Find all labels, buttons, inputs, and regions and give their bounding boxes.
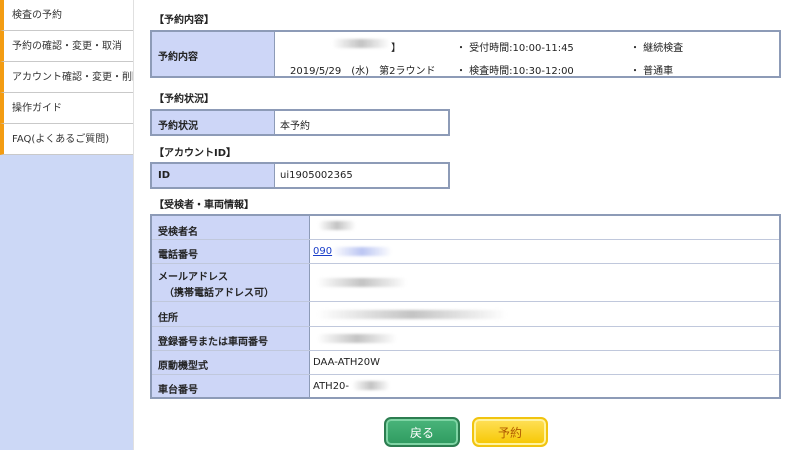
email-label: メールアドレス bbox=[158, 272, 228, 283]
phone-label: 電話番号 bbox=[158, 250, 198, 261]
status-header-cell: 予約状況 bbox=[152, 111, 274, 134]
redacted-registration bbox=[317, 334, 397, 343]
account-id-value: ui1905002365 bbox=[280, 170, 353, 181]
applicant-table: 受検者名 電話番号 090 メールアドレス （携帯電話アドレス可） 住所 登録番… bbox=[150, 214, 781, 399]
sidebar: 検査の予約 予約の確認・変更・取消 アカウント確認・変更・削除 操作ガイド FA… bbox=[0, 0, 133, 450]
reservation-section-title: 【予約内容】 bbox=[154, 15, 214, 26]
sidebar-item-label: 検査の予約 bbox=[12, 10, 62, 21]
redacted-chassis bbox=[352, 381, 390, 390]
reservation-date-round: 2019/5/29 (水) 第2ラウンド bbox=[290, 66, 436, 77]
status-section-title: 【予約状況】 bbox=[154, 94, 214, 105]
sidebar-menu: 検査の予約 予約の確認・変更・取消 アカウント確認・変更・削除 操作ガイド FA… bbox=[0, 0, 133, 155]
sidebar-item-faq[interactable]: FAQ(よくあるご質問) bbox=[0, 124, 133, 155]
status-header-label: 予約状況 bbox=[158, 121, 198, 132]
chassis-number-label: 車台番号 bbox=[158, 385, 198, 396]
engine-model-label: 原動機型式 bbox=[158, 361, 208, 372]
vehicle-type: ・ 普通車 bbox=[630, 66, 674, 77]
account-table: ID ui1905002365 bbox=[150, 162, 450, 189]
reservation-header-cell: 予約内容 bbox=[152, 32, 274, 76]
address-label: 住所 bbox=[158, 313, 178, 324]
chassis-number-value: ATH20- bbox=[313, 381, 350, 392]
sidebar-item-inspection-reservation[interactable]: 検査の予約 bbox=[0, 0, 133, 31]
applicant-name-label: 受検者名 bbox=[158, 227, 198, 238]
reservation-header-label: 予約内容 bbox=[158, 52, 198, 63]
reception-time: ・ 受付時間:10:00-11:45 bbox=[456, 43, 574, 54]
sidebar-item-label: 操作ガイド bbox=[12, 103, 62, 114]
reservation-table: 予約内容 】 2019/5/29 (水) 第2ラウンド ・ 受付時間:10:00… bbox=[150, 30, 781, 78]
reservation-bracket: 】 bbox=[391, 43, 401, 54]
redacted-email bbox=[317, 278, 407, 287]
sidebar-item-guide[interactable]: 操作ガイド bbox=[0, 93, 133, 124]
registration-number-label: 登録番号または車両番号 bbox=[158, 337, 268, 348]
phone-link[interactable]: 090 bbox=[313, 246, 332, 257]
engine-model-value: DAA-ATH20W bbox=[313, 357, 380, 368]
inspection-time: ・ 検査時間:10:30-12:00 bbox=[456, 66, 574, 77]
sidebar-item-label: FAQ(よくあるご質問) bbox=[12, 134, 110, 145]
account-header-cell: ID bbox=[152, 164, 274, 187]
status-value: 本予約 bbox=[280, 121, 310, 132]
back-button[interactable]: 戻る bbox=[384, 417, 460, 447]
sidebar-item-label: 予約の確認・変更・取消 bbox=[12, 41, 122, 52]
account-section-title: 【アカウントID】 bbox=[154, 148, 237, 159]
inspection-type: ・ 継続検査 bbox=[630, 43, 684, 54]
status-table: 予約状況 本予約 bbox=[150, 109, 450, 136]
redacted-applicant-name bbox=[318, 221, 356, 230]
reserve-button[interactable]: 予約 bbox=[472, 417, 548, 447]
applicant-section-title: 【受検者・車両情報】 bbox=[154, 200, 254, 211]
redacted-phone bbox=[332, 247, 392, 256]
account-header-label: ID bbox=[158, 170, 171, 181]
sidebar-item-label: アカウント確認・変更・削除 bbox=[12, 72, 133, 83]
email-sublabel: （携帯電話アドレス可） bbox=[164, 288, 274, 299]
redacted-address bbox=[317, 310, 507, 319]
sidebar-divider bbox=[133, 0, 134, 450]
sidebar-item-account-manage[interactable]: アカウント確認・変更・削除 bbox=[0, 62, 133, 93]
sidebar-item-reservation-manage[interactable]: 予約の確認・変更・取消 bbox=[0, 31, 133, 62]
redacted-name bbox=[332, 39, 390, 48]
